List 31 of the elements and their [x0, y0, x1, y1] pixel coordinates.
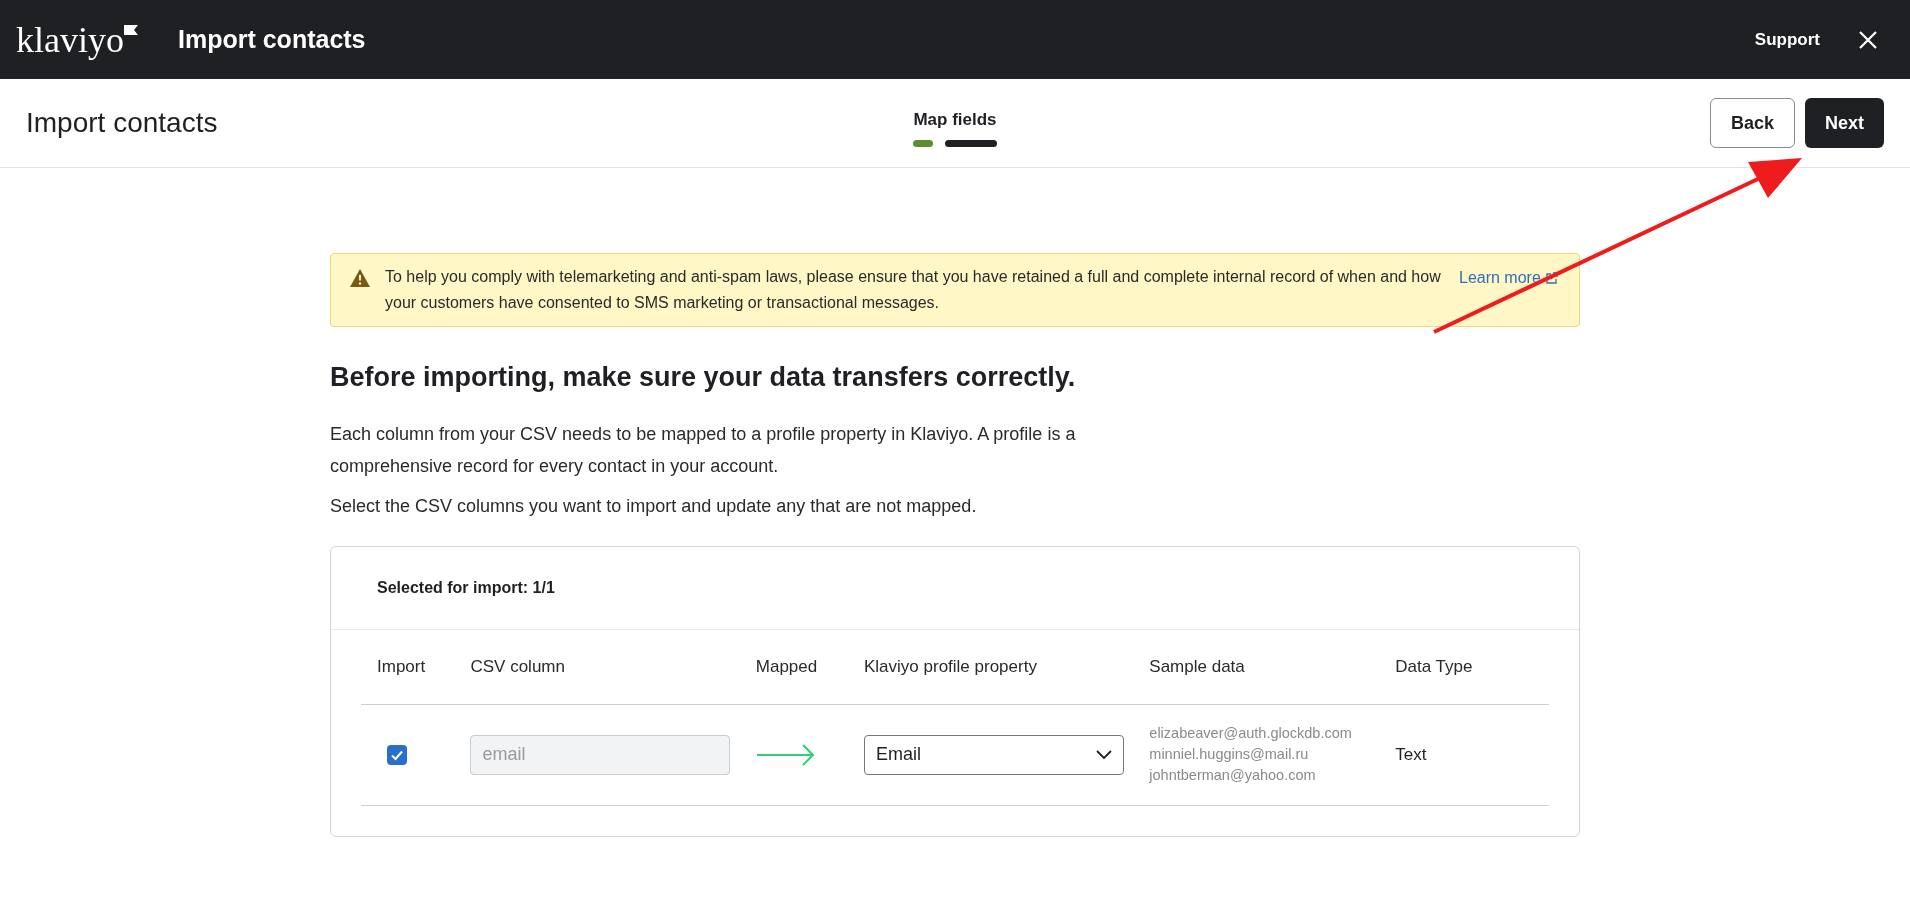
- selection-summary: Selected for import: 1/1: [377, 577, 555, 598]
- app-title: Import contacts: [178, 23, 366, 55]
- notice-text: To help you comply with telemarketing and anti-spam laws, please ensure that you have retained a full and complete internal record of when and how your customers have consented to SMS marketing or transactional messages.: [385, 267, 1442, 313]
- property-select[interactable]: Email: [864, 734, 1124, 775]
- warning-icon: [349, 268, 371, 288]
- column-header: Mapped: [755, 656, 818, 676]
- instruction-text: Select the CSV columns you want to import and update any that are not mapped.: [330, 494, 978, 518]
- column-header: Sample data: [1149, 656, 1245, 676]
- column-header: Data Type: [1395, 656, 1473, 676]
- arrow-icon: [755, 742, 816, 767]
- learn-more-link[interactable]: Learn more: [1459, 266, 1558, 290]
- back-button[interactable]: Back: [1709, 98, 1795, 148]
- column-header: Import: [377, 656, 426, 676]
- sample-value: minniel.huggins@mail.ru: [1149, 745, 1310, 764]
- column-header: Klaviyo profile property: [864, 656, 1037, 676]
- next-button[interactable]: Next: [1805, 98, 1884, 148]
- support-link[interactable]: Support: [1754, 26, 1820, 53]
- logo: klaviyo: [16, 21, 124, 58]
- sample-value: elizabeaver@auth.glockdb.com: [1149, 724, 1353, 743]
- sample-value: johntberman@yahoo.com: [1149, 766, 1317, 785]
- chevron-down-icon: [1096, 749, 1112, 760]
- column-header: CSV column: [470, 656, 565, 676]
- import-checkbox[interactable]: [387, 744, 407, 765]
- page-title: Import contacts: [26, 106, 219, 140]
- section-heading: Before importing, make sure your data transfers correctly.: [330, 361, 1077, 394]
- data-type: Text: [1395, 744, 1427, 764]
- external-link-icon: [1544, 271, 1558, 285]
- description-text: Each column from your CSV needs to be mapped to a profile property in Klaviyo. A profile is a comprehensive record for every contact in your account.: [330, 422, 1077, 478]
- close-icon[interactable]: [1858, 29, 1878, 50]
- flag-icon: [124, 24, 138, 35]
- step-label: Map fields: [913, 108, 997, 131]
